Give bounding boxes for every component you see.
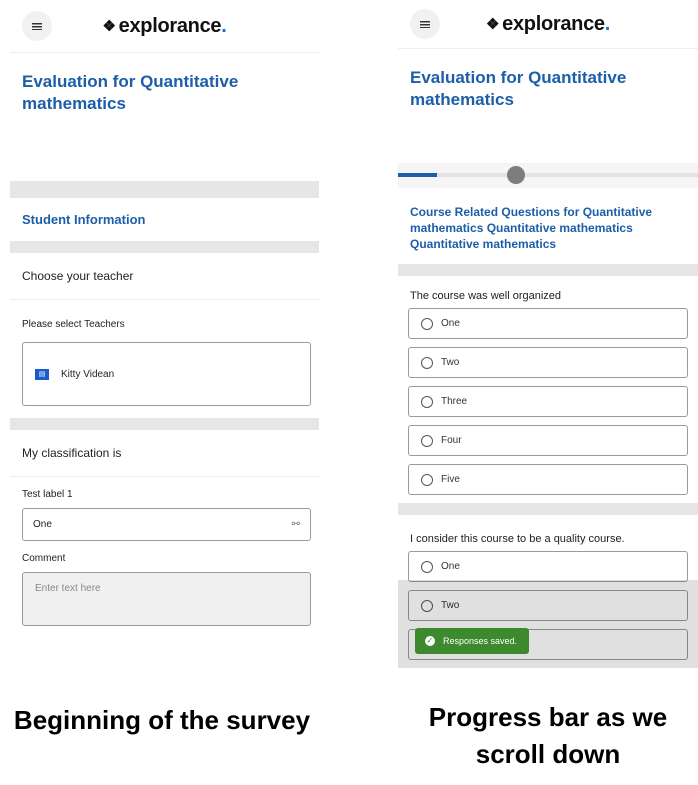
survey-scrolled-screen: ❖ explorance. Evaluation for Quantitative… [398,0,698,668]
logo-mark-icon: ❖ [102,17,116,35]
select-options-icon: ⚯ [291,519,300,530]
classification-select[interactable]: One ⚯ [22,508,311,541]
radio-button-icon[interactable] [421,317,433,330]
comment-label: Comment [22,553,66,564]
radio-button-icon[interactable] [421,395,433,408]
survey-start-screen: ❖ explorance. Evaluation for Quantitative… [10,0,319,668]
question-classification: My classification is [10,430,319,477]
option-label: Five [441,474,460,485]
radio-button-icon[interactable] [421,356,433,369]
option-label: One [441,318,460,329]
radio-button-icon[interactable] [421,473,433,486]
organized-option[interactable]: Four [408,425,688,456]
progress-track [398,173,698,177]
page-title: Evaluation for Quantitative mathematics [22,72,239,113]
option-label: Four [441,435,462,446]
organized-option[interactable]: Five [408,464,688,495]
check-icon: ✓ [425,636,435,646]
dim-overlay [398,580,698,668]
section-heading: Student Information [22,212,146,227]
progress-fill [398,173,437,177]
responses-saved-toast: ✓ Responses saved. [415,628,530,654]
organized-option[interactable]: Two [408,347,688,378]
page-title: Evaluation for Quantitative mathematics [410,68,627,109]
organized-option[interactable]: Three [408,386,688,417]
caption-left: Beginning of the survey [13,705,311,735]
question-course-organized: The course was well organized [410,290,562,302]
radio-button-icon[interactable] [421,560,433,573]
radio-button-icon[interactable] [421,434,433,447]
option-label: One [441,561,460,572]
organized-option[interactable]: One [408,308,688,339]
app-header: ❖ explorance. [10,0,319,53]
explorance-logo: ❖ explorance. [485,12,611,35]
comment-field[interactable]: Enter text here [22,572,311,626]
progress-bar [398,163,698,188]
quality-option[interactable]: One [408,551,688,582]
teacher-card-icon: ▤ [35,368,49,380]
section-heading: Course Related Questions for Quantitativ… [410,205,653,251]
options-course-organized: One Two Three Four Five [398,308,698,495]
explorance-logo: ❖ explorance. [102,14,227,37]
logo-mark-icon: ❖ [485,15,500,33]
question-choose-teacher: Choose your teacher [10,253,319,300]
teacher-selector[interactable]: ▤ Kitty Videan [22,342,311,406]
teacher-name: Kitty Videan [61,368,115,380]
progress-handle [507,166,525,184]
caption-right: Progress bar as we scroll down [428,702,668,769]
test-label: Test label 1 [22,489,73,500]
option-label: Three [441,396,468,407]
app-header: ❖ explorance. [398,0,698,49]
teacher-field-label: Please select Teachers [22,319,125,330]
option-label: Two [441,357,460,368]
question-quality-course: I consider this course to be a quality c… [410,533,625,545]
